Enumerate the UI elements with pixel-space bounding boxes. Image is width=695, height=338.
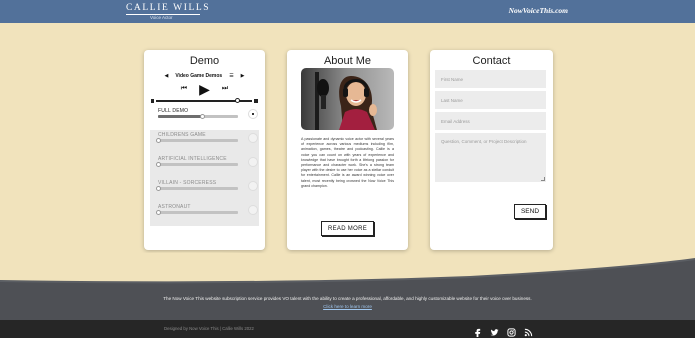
site-header: CALLIE WILLS Voice Actor NowVoiceThis.co… (0, 0, 695, 23)
instagram-icon[interactable] (507, 324, 516, 337)
read-more-button[interactable]: READ MORE (321, 221, 374, 236)
player-controls: ⏮ ▶ ⏭ (144, 82, 265, 96)
resize-grip-icon[interactable] (541, 177, 545, 181)
brand-logo[interactable]: CALLIE WILLS Voice Actor (126, 3, 210, 21)
track-progress-bar[interactable] (156, 210, 238, 215)
track-name: VILLAIN - SORCERESS (158, 180, 217, 186)
track-name: ARTIFICIAL INTELLIGENCE (158, 156, 227, 162)
message-field[interactable]: Question, Comment, or Project Descriptio… (435, 133, 546, 182)
track-download-icon[interactable] (248, 133, 258, 143)
message-placeholder: Question, Comment, or Project Descriptio… (441, 139, 527, 144)
track-progress-bar[interactable] (156, 162, 238, 167)
play-icon[interactable]: ▶ (199, 82, 210, 96)
voice-actor-photo (301, 68, 394, 130)
brand-subtitle: Voice Actor (150, 15, 173, 20)
playback-progress[interactable] (151, 98, 258, 104)
footer-note: The Now Voice This website subscription … (160, 295, 535, 311)
first-name-field[interactable]: First Name (435, 70, 546, 88)
progress-track[interactable] (156, 98, 252, 103)
skip-forward-icon[interactable]: ⏭ (222, 85, 228, 93)
learn-more-link[interactable]: Click here to learn more (323, 304, 372, 309)
footer-credit: Designed by Now Voice This | Callie Will… (164, 326, 254, 331)
track-progress-knob[interactable] (156, 162, 161, 167)
about-card: About Me A passionate and dynamic voice … (287, 50, 408, 250)
track-download-icon[interactable] (248, 181, 258, 191)
track-list: FULL DEMO CHILDRENS GAME ARTIFICIAL INTELL… (150, 106, 259, 226)
track-row[interactable]: CHILDRENS GAME (150, 130, 259, 154)
playlist-title: Video Game Demos (175, 73, 223, 79)
progress-knob[interactable] (234, 98, 240, 103)
contact-title: Contact (472, 55, 511, 67)
track-name: ASTRONAUT (158, 204, 191, 210)
twitter-icon[interactable] (490, 324, 499, 336)
track-progress-bar[interactable] (156, 138, 238, 143)
playlist-menu-icon[interactable]: ☰ (229, 73, 233, 79)
track-row[interactable]: ARTIFICIAL INTELLIGENCE (150, 154, 259, 178)
last-name-field[interactable]: Last Name (435, 91, 546, 109)
next-playlist-icon[interactable]: ▶ (241, 73, 245, 79)
about-body: A passionate and dynamic voice actor wit… (301, 137, 394, 188)
track-row[interactable]: ASTRONAUT (150, 202, 259, 226)
footer-bar: Designed by Now Voice This | Callie Will… (0, 320, 695, 338)
track-row[interactable]: FULL DEMO (150, 106, 259, 130)
facebook-icon[interactable] (473, 324, 482, 337)
track-progress-knob[interactable] (156, 186, 161, 191)
track-progress-bar[interactable] (156, 186, 238, 191)
brand-name: CALLIE WILLS (126, 3, 211, 13)
send-button[interactable]: SEND (514, 204, 546, 219)
track-name: CHILDRENS GAME (158, 132, 206, 138)
contact-card: Contact First Name Last Name Email Addre… (430, 50, 553, 250)
email-field[interactable]: Email Address (435, 112, 546, 130)
track-progress-knob[interactable] (200, 114, 205, 119)
demo-card: Demo ◀ Video Game Demos ☰ ▶ ⏮ ▶ ⏭ FULL D… (144, 50, 265, 250)
track-progress-knob[interactable] (156, 138, 161, 143)
prev-playlist-icon[interactable]: ◀ (164, 73, 168, 79)
track-download-icon[interactable] (248, 157, 258, 167)
track-progress-bar[interactable] (158, 114, 238, 119)
track-progress-knob[interactable] (156, 210, 161, 215)
track-download-icon[interactable] (248, 109, 258, 119)
demo-title: Demo (189, 55, 220, 67)
track-progress-fill (158, 115, 202, 118)
site-badge[interactable]: NowVoiceThis.com (509, 6, 568, 15)
track-download-icon[interactable] (248, 205, 258, 215)
footer-note-text: The Now Voice This website subscription … (163, 296, 532, 301)
volume-icon[interactable] (254, 99, 258, 103)
rss-icon[interactable] (524, 324, 533, 337)
playlist-header: ◀ Video Game Demos ☰ ▶ (152, 72, 257, 80)
about-title: About Me (323, 55, 372, 67)
progress-start-cap (151, 99, 154, 103)
social-links (473, 324, 533, 337)
track-row[interactable]: VILLAIN - SORCERESS (150, 178, 259, 202)
track-name: FULL DEMO (158, 108, 189, 114)
skip-back-icon[interactable]: ⏮ (181, 85, 187, 93)
